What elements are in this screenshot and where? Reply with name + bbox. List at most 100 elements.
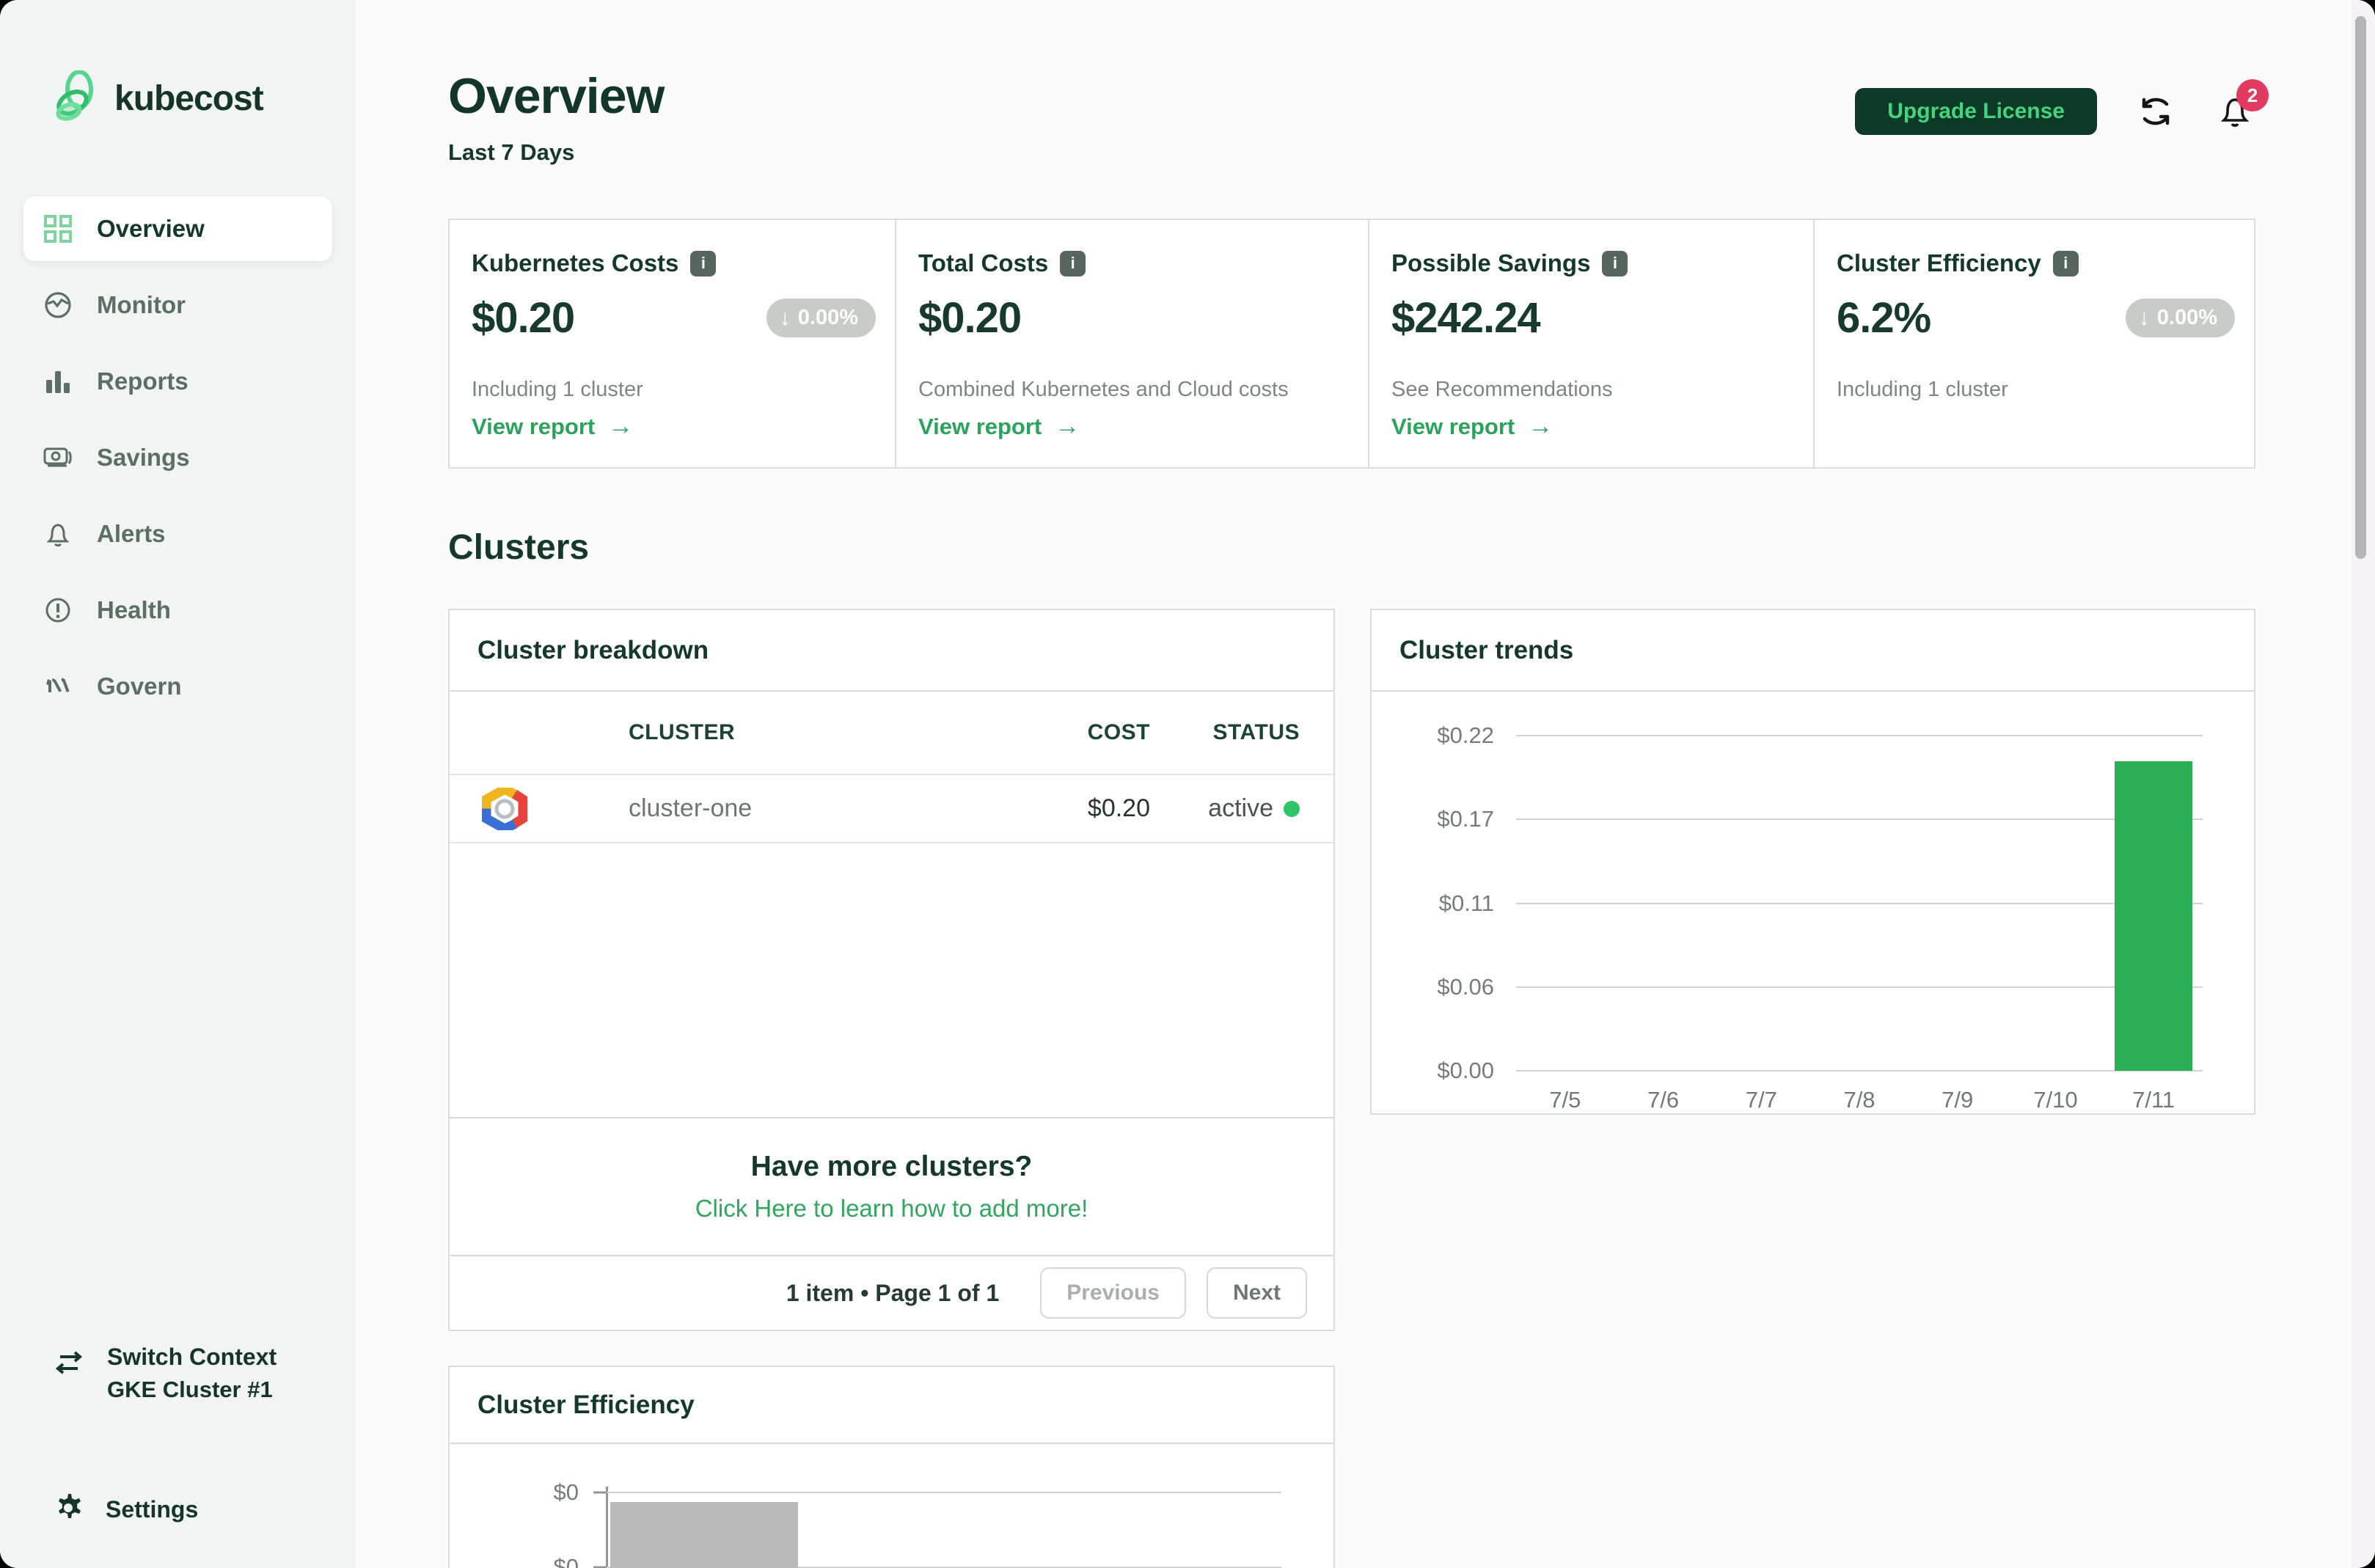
kpi-card-kubernetes-costs: Kubernetes Costs i $0.20 ↓ 0.00% Includi…	[450, 220, 895, 467]
bar-chart-icon	[43, 366, 73, 397]
view-report-link[interactable]: View report →	[472, 412, 876, 441]
info-icon[interactable]: i	[2052, 250, 2079, 276]
pagination-summary: 1 item • Page 1 of 1	[786, 1279, 1000, 1306]
info-icon[interactable]: i	[1602, 250, 1628, 276]
y-axis-tick	[593, 1491, 607, 1494]
panel-title: Cluster Efficiency	[477, 1390, 695, 1419]
sidebar-item-label: Alerts	[97, 520, 166, 547]
trend-bar	[2115, 761, 2193, 1071]
settings-label: Settings	[106, 1496, 199, 1523]
y-tick-label: $0.00	[1437, 1058, 1494, 1083]
date-range-label: Last 7 Days	[448, 139, 575, 165]
sidebar-item-overview[interactable]: Overview	[23, 197, 332, 261]
refresh-button[interactable]	[2135, 91, 2176, 132]
switch-context[interactable]: Switch Context GKE Cluster #1	[53, 1340, 356, 1406]
panel-title: Cluster trends	[1399, 635, 1574, 664]
sidebar-item-monitor[interactable]: Monitor	[23, 273, 332, 337]
grid-icon	[43, 213, 73, 244]
sidebar-nav: Overview Monitor Reports Savings Alerts …	[0, 197, 356, 719]
sidebar-item-label: Govern	[97, 673, 182, 700]
sidebar: kubecost Overview Monitor Reports Saving…	[0, 0, 356, 1568]
view-report-link[interactable]: View report →	[918, 412, 1349, 441]
down-arrow-icon: ↓	[2138, 305, 2150, 330]
sidebar-item-settings[interactable]: Settings	[53, 1492, 356, 1527]
cluster-trends-plot	[1516, 735, 2203, 1071]
y-tick-label: $0.06	[1437, 973, 1494, 1000]
sidebar-item-govern[interactable]: Govern	[23, 654, 332, 719]
x-tick-label: 7/5	[1549, 1087, 1581, 1113]
delta-badge: ↓ 0.00%	[2125, 298, 2235, 337]
table-row[interactable]: cluster-one $0.20 active	[450, 774, 1333, 843]
cluster-trends-xlabels: 7/5 7/6 7/7 7/8 7/9 7/10 7/11	[1516, 1087, 2203, 1113]
sidebar-item-label: Reports	[97, 367, 189, 395]
gcp-provider-icon	[450, 787, 629, 830]
banknote-icon	[43, 442, 73, 473]
cluster-table-header: CLUSTER COST STATUS	[450, 692, 1333, 774]
info-icon[interactable]: i	[1060, 250, 1086, 276]
cluster-efficiency-chart: $0 $0	[450, 1479, 1333, 1568]
bell-icon	[43, 519, 73, 549]
next-page-button[interactable]: Next	[1206, 1267, 1307, 1319]
kpi-card-total-costs: Total Costs i $0.20 Combined Kubernetes …	[895, 220, 1368, 467]
cluster-cost: $0.20	[1087, 794, 1150, 822]
gridline	[1516, 818, 2203, 821]
cluster-status: active	[1150, 794, 1333, 823]
table-empty-space	[450, 843, 1333, 1117]
x-tick-label: 7/9	[1942, 1087, 1974, 1113]
sidebar-item-alerts[interactable]: Alerts	[23, 502, 332, 566]
kpi-title: Kubernetes Costs	[472, 249, 679, 276]
kubecost-logo[interactable]: kubecost	[0, 70, 356, 126]
main-content: Overview Last 7 Days Upgrade License 2 K…	[356, 0, 2375, 1568]
y-tick-label: $0	[553, 1479, 579, 1505]
panel-title: Cluster breakdown	[477, 635, 709, 664]
scrollbar-track[interactable]	[2352, 0, 2375, 1568]
y-tick-label: $0.17	[1437, 806, 1494, 832]
gridline	[1516, 902, 2203, 904]
kpi-cards-row: Kubernetes Costs i $0.20 ↓ 0.00% Includi…	[448, 219, 2255, 469]
kubecost-app-window: kubecost Overview Monitor Reports Saving…	[0, 0, 2375, 1568]
previous-page-button[interactable]: Previous	[1040, 1267, 1186, 1319]
switch-context-cluster: GKE Cluster #1	[107, 1377, 273, 1402]
kpi-value: $0.20	[918, 294, 1022, 342]
sidebar-item-health[interactable]: Health	[23, 578, 332, 642]
health-icon	[43, 595, 73, 626]
gear-icon	[53, 1492, 84, 1527]
right-arrow-icon: →	[1055, 412, 1080, 440]
sidebar-item-savings[interactable]: Savings	[23, 425, 332, 490]
kpi-subtext: Combined Kubernetes and Cloud costs	[918, 378, 1289, 401]
column-cluster: CLUSTER	[629, 720, 736, 744]
kpi-title: Total Costs	[918, 249, 1049, 276]
right-arrow-icon: →	[1528, 412, 1554, 440]
cluster-breakdown-panel: Cluster breakdown CLUSTER COST STATUS cl…	[448, 609, 1335, 1331]
kpi-card-cluster-efficiency: Cluster Efficiency i 6.2% ↓ 0.00% Includ…	[1813, 220, 2254, 467]
delta-value: 0.00%	[2156, 306, 2217, 329]
kpi-value: 6.2%	[1837, 294, 1931, 342]
kpi-value: $0.20	[472, 294, 575, 342]
y-tick-label: $0.22	[1437, 722, 1494, 748]
scrollbar-thumb[interactable]	[2355, 16, 2366, 559]
sidebar-item-reports[interactable]: Reports	[23, 349, 332, 414]
cluster-efficiency-panel: Cluster Efficiency $0 $0	[448, 1366, 1335, 1568]
status-active-dot	[1284, 800, 1300, 817]
right-arrow-icon: →	[608, 412, 634, 440]
x-tick-label: 7/7	[1745, 1087, 1777, 1113]
sidebar-item-label: Savings	[97, 444, 190, 471]
gridline	[1516, 986, 2203, 988]
notifications-button[interactable]: 2	[2214, 79, 2269, 132]
x-tick-label: 7/6	[1647, 1087, 1680, 1113]
sidebar-item-label: Health	[97, 596, 171, 623]
info-icon[interactable]: i	[690, 250, 717, 276]
delta-badge: ↓ 0.00%	[766, 298, 876, 337]
gridline	[1516, 1070, 2203, 1071]
add-clusters-link[interactable]: Click Here to learn how to add more!	[695, 1195, 1088, 1223]
notification-badge: 2	[2236, 79, 2269, 111]
monitor-icon	[43, 290, 73, 320]
kpi-card-possible-savings: Possible Savings i $242.24 See Recommend…	[1368, 220, 1813, 467]
sidebar-bottom: Switch Context GKE Cluster #1 Settings	[0, 1340, 356, 1527]
prompt-title: Have more clusters?	[750, 1151, 1033, 1182]
kubecost-logo-icon	[53, 70, 100, 126]
upgrade-license-button[interactable]: Upgrade License	[1855, 88, 2097, 135]
view-report-link[interactable]: View report →	[1391, 412, 1794, 441]
x-tick-label: 7/8	[1843, 1087, 1876, 1113]
kpi-subtext: See Recommendations	[1391, 378, 1613, 401]
